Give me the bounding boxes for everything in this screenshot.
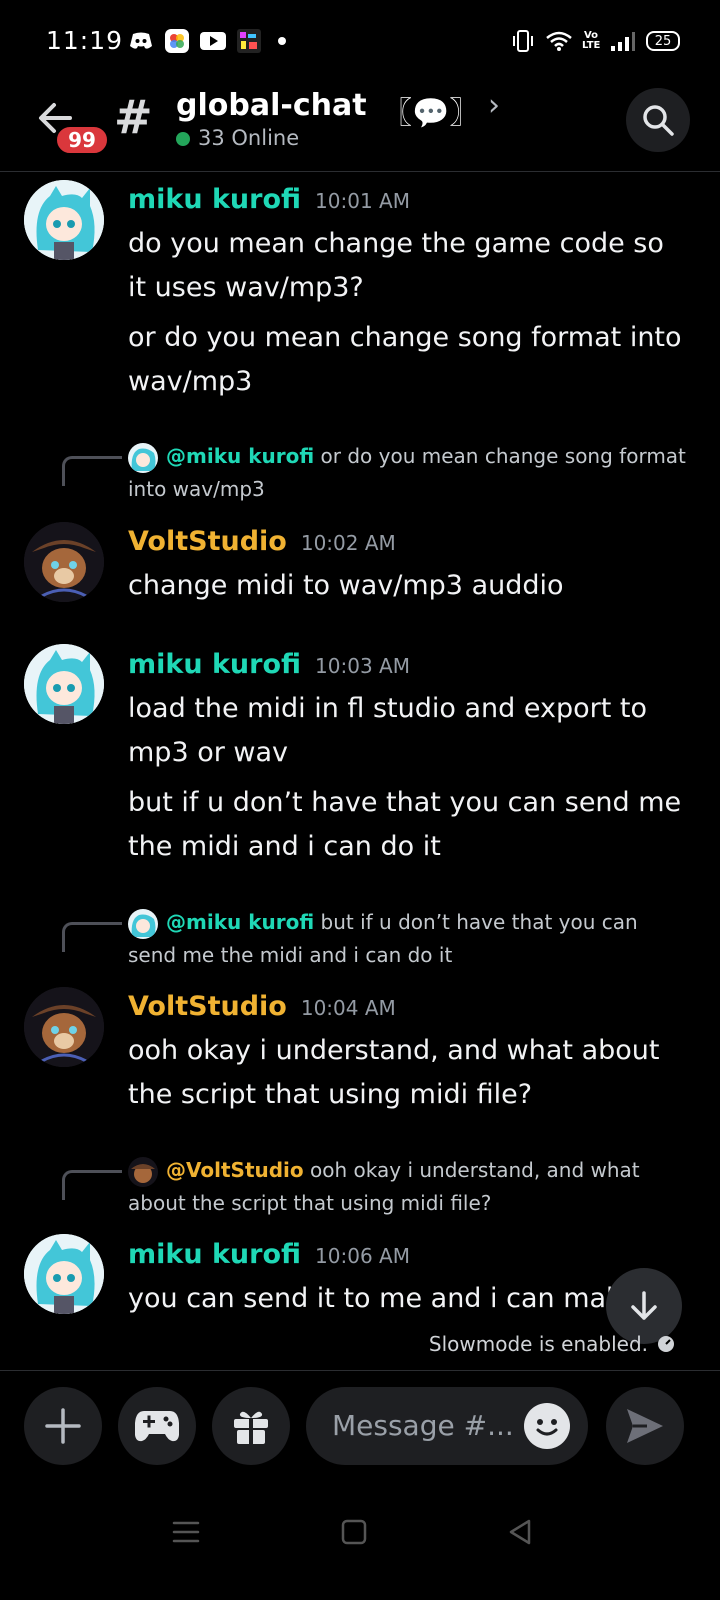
volt-avatar-icon [24,987,104,1067]
avatar[interactable] [24,180,104,260]
reply-mention[interactable]: @miku kurofi [166,444,314,468]
timer-icon [658,1336,674,1352]
message-author[interactable]: miku kurofi 10:03 AM [128,649,410,680]
activities-button[interactable] [118,1387,196,1465]
online-status-dot [176,132,190,146]
app-icon [236,28,262,54]
channel-header: 99 # global-chat 〖💬〗 › 33 Online [0,88,720,172]
channel-hash-icon: # [114,90,153,144]
message-composer: Message #... [0,1370,720,1480]
author-name[interactable]: miku kurofi [128,1239,301,1270]
arrow-down-icon [631,1291,657,1320]
add-attachment-button[interactable] [24,1387,102,1465]
battery-indicator: 25 [646,31,680,51]
reply-mention[interactable]: @miku kurofi [166,910,314,934]
reply-avatar [128,908,158,939]
emoji-button[interactable] [524,1403,570,1449]
reply-preview[interactable]: @VoltStudio ooh okay i understand, and w… [128,1154,688,1220]
send-button[interactable] [606,1387,684,1465]
home-button[interactable] [334,1512,374,1552]
volt-avatar-icon [24,522,104,602]
message-author[interactable]: miku kurofi 10:06 AM [128,1239,410,1270]
volte-label: Vo LTE [582,30,601,51]
message-timestamp: 10:04 AM [300,996,396,1020]
message-author[interactable]: VoltStudio 10:02 AM [128,526,396,557]
gamepad-icon [135,1411,179,1442]
plus-icon [45,1408,81,1444]
miku-avatar-icon [24,1234,104,1314]
reply-preview[interactable]: @miku kurofi or do you mean change song … [128,440,688,506]
reply-connector [62,456,122,486]
reply-connector [62,1170,122,1200]
reply-avatar [128,442,158,473]
message-timestamp: 10:06 AM [315,1244,410,1268]
status-time: 11:19 [46,26,124,55]
gift-icon [234,1411,268,1444]
message-timestamp: 10:01 AM [315,189,410,213]
message-body: you can send it to me and i can make [128,1283,638,1314]
message-body: change midi to wav/mp3 auddio [128,570,564,601]
miku-avatar-icon [24,644,104,724]
recent-apps-button[interactable] [166,1512,206,1552]
square-icon [341,1519,367,1545]
message-list[interactable]: miku kurofi 10:01 AM do you mean change t… [0,172,720,1372]
message-body: ooh okay i understand, and what about th… [128,1035,660,1110]
message-input[interactable]: Message #... [306,1387,588,1465]
youtube-icon [200,28,226,54]
message-author[interactable]: VoltStudio 10:04 AM [128,991,396,1022]
message-body: but if u don’t have that you can send me… [128,787,682,862]
avatar[interactable] [24,987,104,1067]
reply-preview[interactable]: @miku kurofi but if u don’t have that yo… [128,906,688,972]
menu-icon [172,1521,200,1543]
slowmode-notice: Slowmode is enabled. [429,1332,676,1356]
author-name[interactable]: miku kurofi [128,649,301,680]
send-icon [627,1409,663,1443]
smiley-icon [526,1405,568,1447]
reply-avatar [128,1156,158,1187]
author-name[interactable]: VoltStudio [128,991,287,1022]
status-system-icons: Vo LTE 25 [510,28,680,54]
status-notification-icons [128,28,286,54]
vibrate-icon [510,28,536,54]
message-body: do you mean change the game code so it u… [128,228,664,303]
more-notifications-dot [278,37,286,45]
channel-emoji: 〖💬〗 [382,96,480,131]
slowmode-text: Slowmode is enabled. [428,1332,648,1356]
online-count: 33 Online [198,126,300,150]
triangle-back-icon [509,1519,531,1545]
status-bar: 11:19 Vo LTE 25 [0,0,720,88]
message-body: or do you mean change song format into w… [128,322,682,397]
unread-badge: 99 [54,124,110,156]
reply-mention[interactable]: @VoltStudio [166,1158,304,1182]
photos-icon [164,28,190,54]
system-nav-bar [0,1480,720,1600]
chevron-right-icon[interactable]: › [488,88,500,123]
message-author[interactable]: miku kurofi 10:01 AM [128,184,410,215]
avatar[interactable] [24,1234,104,1314]
search-button[interactable] [626,88,690,152]
signal-icon [610,28,636,54]
search-icon [643,105,674,136]
channel-name[interactable]: global-chat [176,88,367,123]
message-timestamp: 10:03 AM [315,654,410,678]
discord-icon [128,28,154,54]
message-body: load the midi in fl studio and export to… [128,693,648,768]
gift-button[interactable] [212,1387,290,1465]
reply-connector [62,922,122,952]
message-timestamp: 10:02 AM [300,531,396,555]
avatar[interactable] [24,644,104,724]
wifi-icon [546,28,572,54]
author-name[interactable]: miku kurofi [128,184,301,215]
message-input-placeholder: Message #... [332,1409,512,1442]
miku-avatar-icon [24,180,104,260]
avatar[interactable] [24,522,104,602]
back-nav-button[interactable] [500,1512,540,1552]
author-name[interactable]: VoltStudio [128,526,287,557]
